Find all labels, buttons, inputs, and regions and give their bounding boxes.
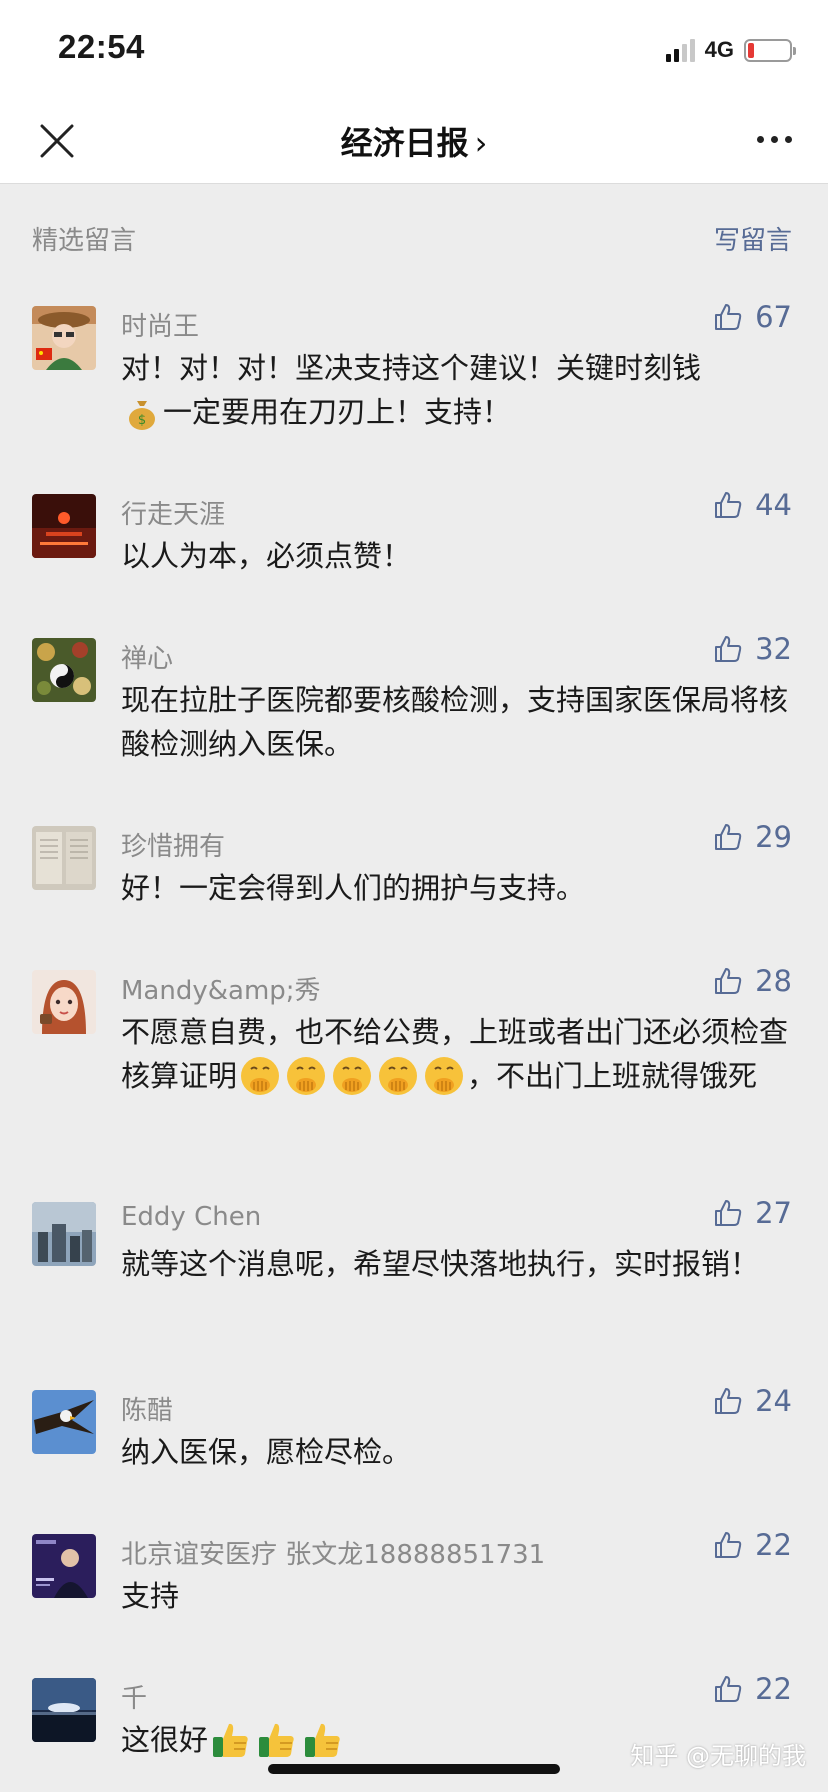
like-count: 29 (755, 820, 792, 854)
avatar[interactable] (32, 1202, 96, 1266)
comment-text: 不愿意自费，也不给公费，上班或者出门还必须检查核算证明 ，不出门上班就得饿死 (121, 1010, 795, 1098)
avatar[interactable] (32, 306, 96, 370)
like-button[interactable]: 22 (713, 1672, 792, 1706)
status-bar: 22:54 4G (0, 0, 828, 100)
thumbs-up-emoji (305, 1723, 340, 1757)
like-count: 32 (755, 632, 792, 666)
like-count: 27 (755, 1196, 792, 1230)
thumbs-up-icon (715, 1676, 742, 1702)
like-count: 24 (755, 1384, 792, 1418)
face-with-hand-over-mouth-emoji (241, 1057, 280, 1095)
svg-text:$: $ (138, 413, 146, 428)
commenter-name[interactable]: Mandy&amp;秀 (121, 970, 321, 1007)
cellular-signal-icon (665, 38, 695, 62)
face-with-hand-over-mouth-emoji (287, 1057, 326, 1095)
write-comment-button[interactable]: 写留言 (714, 220, 792, 257)
face-with-hand-over-mouth-emoji (425, 1057, 464, 1095)
like-button[interactable]: 27 (713, 1196, 792, 1230)
thumbs-up-icon (715, 304, 742, 330)
commenter-name[interactable]: 北京谊安医疗 张文龙18888851731 (121, 1534, 545, 1571)
like-button[interactable]: 67 (713, 300, 792, 334)
commenter-name[interactable]: 千 (121, 1678, 147, 1715)
thumbs-up-icon (715, 1200, 742, 1226)
comment-text: 支持 (121, 1579, 180, 1613)
status-time: 22:54 (58, 28, 145, 65)
like-count: 28 (755, 964, 792, 998)
home-indicator[interactable] (268, 1764, 560, 1774)
more-icon (757, 136, 764, 143)
like-count: 67 (755, 300, 792, 334)
commenter-name[interactable]: Eddy Chen (121, 1202, 261, 1232)
comment-text: 现在拉肚子医院都要核酸检测，支持国家医保局将核酸检测纳入医保。 (121, 683, 789, 761)
thumbs-up-emoji (213, 1723, 248, 1757)
comment-text: 以人为本，必须点赞！ (121, 539, 412, 573)
commenter-name[interactable]: 陈醋 (121, 1390, 173, 1427)
thumbs-up-icon (715, 1532, 742, 1558)
thumbs-up-icon (715, 968, 742, 994)
more-button[interactable] (757, 136, 792, 143)
avatar[interactable] (32, 1534, 96, 1598)
thumbs-up-icon (715, 1388, 742, 1414)
avatar[interactable] (32, 1390, 96, 1454)
avatar[interactable] (32, 494, 96, 558)
thumbs-up-emoji (259, 1723, 294, 1757)
face-with-hand-over-mouth-emoji (379, 1057, 418, 1095)
nav-bar: 经济日报 › (0, 100, 828, 184)
account-title-link[interactable]: 经济日报 › (0, 118, 828, 164)
thumbs-up-icon (715, 636, 742, 662)
battery-icon (744, 38, 796, 62)
money-bag-emoji: $ (129, 401, 155, 430)
like-button[interactable]: 29 (713, 820, 792, 854)
like-count: 44 (755, 488, 792, 522)
page-title: 经济日报 (340, 124, 469, 162)
status-indicators: 4G (665, 34, 796, 66)
comment-text: 纳入医保，愿检尽检。 (121, 1435, 412, 1469)
like-button[interactable]: 22 (713, 1528, 792, 1562)
like-button[interactable]: 44 (713, 488, 792, 522)
avatar[interactable] (32, 1678, 96, 1742)
commenter-name[interactable]: 禅心 (121, 638, 173, 675)
like-count: 22 (755, 1672, 792, 1706)
comment-text: 好！一定会得到人们的拥护与支持。 (121, 871, 586, 905)
comment-text: 对！对！对！坚决支持这个建议！关键时刻钱 $ 一定要用在刀刃上！支持！ (121, 351, 702, 430)
avatar[interactable] (32, 970, 96, 1034)
commenter-name[interactable]: 时尚王 (121, 306, 199, 343)
like-button[interactable]: 24 (713, 1384, 792, 1418)
chevron-right-icon: › (474, 124, 488, 162)
like-button[interactable]: 32 (713, 632, 792, 666)
section-header: 精选留言 写留言 (32, 220, 792, 260)
thumbs-up-icon (715, 824, 742, 850)
like-count: 22 (755, 1528, 792, 1562)
commenter-name[interactable]: 珍惜拥有 (121, 826, 225, 863)
watermark: 知乎 @无聊的我 (630, 1742, 806, 1770)
avatar[interactable] (32, 638, 96, 702)
like-button[interactable]: 28 (713, 964, 792, 998)
commenter-name[interactable]: 行走天涯 (121, 494, 225, 531)
network-type: 4G (704, 37, 734, 62)
comment-text: 就等这个消息呢，希望尽快落地执行，实时报销！ (121, 1247, 760, 1281)
face-with-hand-over-mouth-emoji (333, 1057, 372, 1095)
thumbs-up-icon (715, 492, 742, 518)
avatar[interactable] (32, 826, 96, 890)
section-title: 精选留言 (32, 226, 137, 256)
